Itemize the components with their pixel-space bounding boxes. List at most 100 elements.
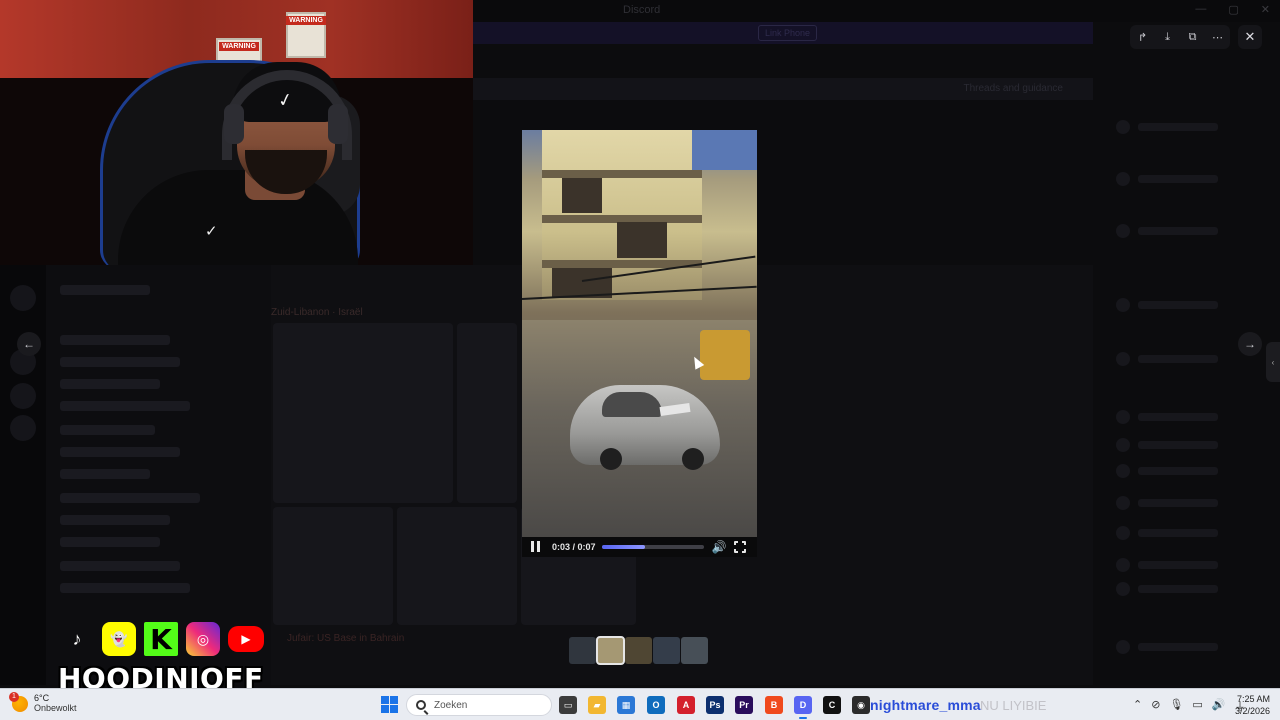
- bg-app-title: Discord: [623, 4, 661, 16]
- video-opening: [617, 222, 667, 258]
- bg-member: [1116, 496, 1236, 510]
- file-explorer-icon[interactable]: ▰: [588, 696, 606, 714]
- bg-media-tile: [457, 323, 517, 503]
- bg-post-title: Zuid-Libanon · Israël: [271, 307, 363, 318]
- microphone-icon[interactable]: 🎙: [1169, 698, 1183, 714]
- bg-channel-item: [60, 425, 155, 435]
- bg-member: [1116, 526, 1236, 540]
- taskbar-search[interactable]: Zoeken: [406, 694, 552, 716]
- bg-channel-item: [60, 357, 180, 367]
- photoshop-icon[interactable]: Ps: [706, 696, 724, 714]
- bg-banner-button: Link Phone: [758, 25, 818, 41]
- bg-server-icon: [10, 285, 36, 311]
- acrobat-icon[interactable]: A: [677, 696, 695, 714]
- social-icons: ♪ 👻 K ◎ ▶: [60, 622, 264, 656]
- video-car-wheel: [600, 448, 622, 470]
- bg-channel-button: Threads and guidance: [963, 83, 1063, 94]
- bg-member: [1116, 224, 1236, 238]
- bg-channel-item: [60, 335, 170, 345]
- bg-media-tile: [273, 507, 393, 625]
- capcut-icon[interactable]: C: [823, 696, 841, 714]
- video-player[interactable]: [522, 130, 757, 537]
- instagram-icon: ◎: [186, 622, 220, 656]
- bg-server-rail: [0, 265, 46, 685]
- weather-description: Onbewolkt: [34, 703, 77, 713]
- bg-channel-item: [60, 285, 150, 295]
- video-car-wheel: [682, 448, 704, 470]
- headphone-ear: [328, 104, 348, 144]
- active-app-indicator: [799, 717, 807, 719]
- video-floor-slab: [542, 170, 702, 178]
- bg-member: [1116, 352, 1236, 366]
- bg-member: [1116, 298, 1236, 312]
- next-media-button[interactable]: →: [1238, 332, 1262, 356]
- obs-icon[interactable]: ◉: [852, 696, 870, 714]
- warning-sign: WARNING: [286, 12, 326, 58]
- weather-widget[interactable]: 1 6°C Onbewolkt: [9, 691, 77, 714]
- chevron-up-icon[interactable]: ⌃: [1133, 698, 1142, 714]
- media-thumbnail[interactable]: [569, 637, 596, 664]
- snapchat-icon: 👻: [102, 622, 136, 656]
- headphone-ear: [224, 104, 244, 144]
- bg-server-icon: [10, 383, 36, 409]
- fullscreen-icon[interactable]: [733, 540, 748, 554]
- previous-media-button[interactable]: ←: [17, 332, 41, 356]
- bg-banner: Link Phone: [473, 22, 1093, 44]
- bg-channel-item: [60, 447, 180, 457]
- discord-icon[interactable]: D: [794, 696, 812, 714]
- bg-member: [1116, 582, 1236, 596]
- bg-media-tile: [397, 507, 517, 625]
- stream-username: nightmare_mma: [870, 697, 981, 713]
- close-icon[interactable]: ✕: [1238, 25, 1262, 49]
- bg-channel-item: [60, 583, 190, 593]
- media-thumbnail[interactable]: [596, 636, 625, 665]
- speaker-icon[interactable]: 🔊: [1212, 698, 1226, 714]
- bg-member: [1116, 558, 1236, 572]
- bg-titlebar: Discord — ▢ ✕: [473, 0, 1280, 22]
- bg-member: [1116, 410, 1236, 424]
- bg-link: Jufair: US Base in Bahrain: [287, 633, 405, 644]
- stream-overlay-text: NU LIYIBIE: [980, 698, 1047, 713]
- open-external-icon[interactable]: ⧉: [1183, 27, 1203, 47]
- bg-member: [1116, 464, 1236, 478]
- brave-icon[interactable]: B: [765, 696, 783, 714]
- volume-icon[interactable]: 🔊: [712, 540, 727, 554]
- pause-icon[interactable]: [528, 541, 542, 553]
- taskbar-clock[interactable]: 7:25 AM 3/2/2026: [1228, 693, 1270, 717]
- bg-window-controls: — ▢ ✕: [1195, 3, 1270, 16]
- vpn-icon[interactable]: ⊘: [1151, 698, 1160, 714]
- search-placeholder: Zoeken: [434, 699, 468, 711]
- video-controls: 0:03 / 0:07 🔊: [522, 537, 757, 557]
- display-icon[interactable]: ▭: [1192, 698, 1202, 714]
- bg-member-list: [1110, 80, 1270, 680]
- download-icon[interactable]: ⤓: [1158, 27, 1178, 47]
- bg-channel-item: [60, 537, 160, 547]
- media-thumbnail[interactable]: [653, 637, 680, 664]
- taskbar: 1 6°C Onbewolkt Zoeken ▭ ▰ ▦ O A Ps Pr B…: [0, 688, 1280, 720]
- video-progress-bar[interactable]: [601, 545, 704, 549]
- kick-icon: K: [144, 622, 178, 656]
- side-panel-toggle[interactable]: ‹: [1266, 342, 1280, 382]
- bg-member: [1116, 120, 1236, 134]
- search-icon: [416, 700, 426, 710]
- more-icon[interactable]: ⋯: [1208, 27, 1228, 47]
- bg-channel-item: [60, 515, 170, 525]
- media-thumbnail[interactable]: [681, 637, 708, 664]
- outlook-icon[interactable]: O: [647, 696, 665, 714]
- bg-member: [1116, 438, 1236, 452]
- premiere-icon[interactable]: Pr: [735, 696, 753, 714]
- video-excavator: [700, 330, 750, 380]
- media-thumbnail-strip: [569, 636, 709, 665]
- forward-icon[interactable]: ↱: [1133, 27, 1153, 47]
- notification-badge: 1: [9, 691, 19, 702]
- clock-time: 7:25 AM: [1236, 694, 1270, 704]
- media-thumbnail[interactable]: [625, 637, 652, 664]
- task-view-icon[interactable]: ▭: [559, 696, 577, 714]
- bg-channel-item: [60, 379, 160, 389]
- swoosh-logo-icon: ✓: [205, 223, 218, 240]
- store-icon[interactable]: ▦: [617, 696, 635, 714]
- video-progress-fill: [601, 545, 646, 549]
- bg-member: [1116, 640, 1236, 654]
- windows-start-icon[interactable]: [381, 696, 398, 713]
- bg-channel-item: [60, 469, 150, 479]
